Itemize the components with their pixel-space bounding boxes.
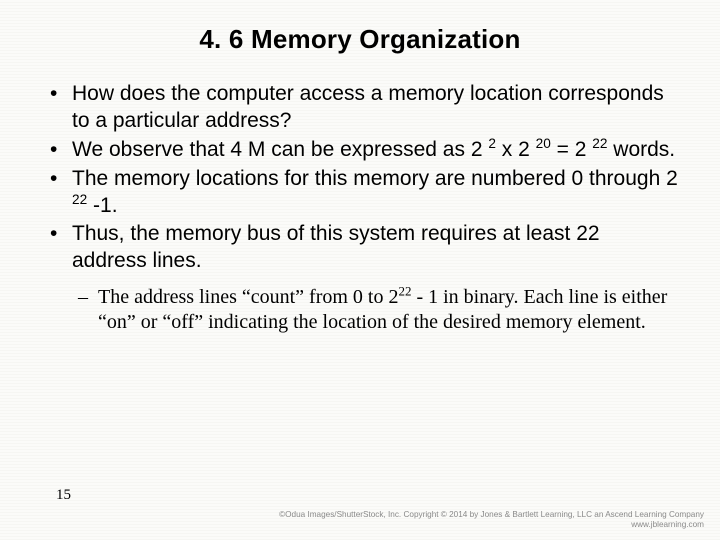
bullet-3-sup: 22 — [72, 192, 87, 207]
bullet-3-post: -1. — [87, 194, 117, 217]
sub-bullet-1-pre: The address lines “count” from 0 to 2 — [98, 286, 398, 308]
bullet-4-text: Thus, the memory bus of this system requ… — [72, 222, 600, 272]
bullet-2-post: words. — [607, 138, 675, 161]
page-number: 15 — [56, 487, 71, 504]
copyright-line1: ©Odua Images/ShutterStock, Inc. Copyrigh… — [279, 510, 704, 520]
bullet-1-text: How does the computer access a memory lo… — [72, 82, 664, 132]
sub-bullet-1-sup: 22 — [398, 283, 411, 298]
bullet-2-mid: x 2 — [496, 138, 536, 161]
bullet-2-eq: = 2 — [551, 138, 592, 161]
bullet-2-sup3: 22 — [592, 136, 607, 151]
bullet-list: How does the computer access a memory lo… — [40, 81, 680, 275]
copyright-line2: www.jblearning.com — [279, 520, 704, 530]
bullet-2-sup1: 2 — [488, 136, 496, 151]
slide: 4. 6 Memory Organization How does the co… — [0, 0, 720, 540]
bullet-1: How does the computer access a memory lo… — [46, 81, 680, 135]
sub-bullet-list: The address lines “count” from 0 to 222 … — [40, 285, 680, 334]
bullet-2-sup2: 20 — [536, 136, 551, 151]
copyright: ©Odua Images/ShutterStock, Inc. Copyrigh… — [279, 510, 704, 531]
bullet-3-pre: The memory locations for this memory are… — [72, 167, 678, 190]
sub-bullet-1: The address lines “count” from 0 to 222 … — [76, 285, 680, 334]
bullet-4: Thus, the memory bus of this system requ… — [46, 221, 680, 275]
slide-title: 4. 6 Memory Organization — [40, 24, 680, 55]
bullet-2-pre: We observe that 4 M can be expressed as … — [72, 138, 488, 161]
bullet-3: The memory locations for this memory are… — [46, 166, 680, 220]
bullet-2: We observe that 4 M can be expressed as … — [46, 137, 680, 164]
